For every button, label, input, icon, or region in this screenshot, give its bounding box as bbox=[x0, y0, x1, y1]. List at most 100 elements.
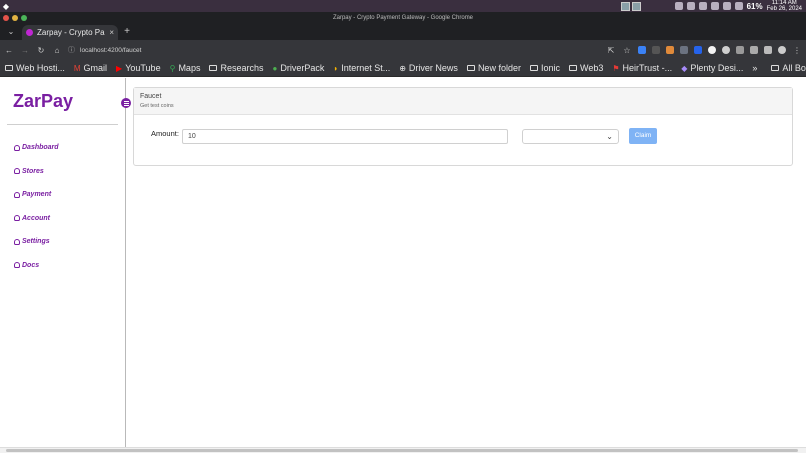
minimize-window-button[interactable] bbox=[12, 15, 18, 21]
back-icon[interactable]: ← bbox=[4, 46, 14, 55]
maximize-window-button[interactable] bbox=[21, 15, 27, 21]
sidebar-item-label: Dashboard bbox=[22, 144, 59, 152]
bookmark-item[interactable]: ● DriverPack bbox=[272, 63, 324, 73]
bookmark-item[interactable]: ◆ Plenty Desi... bbox=[681, 63, 743, 73]
extensions-puzzle-icon[interactable] bbox=[750, 46, 758, 54]
reload-icon[interactable]: ↻ bbox=[36, 46, 46, 55]
bookmark-item[interactable]: ◗ Internet St... bbox=[333, 63, 390, 73]
claim-button[interactable]: Claim bbox=[629, 128, 657, 144]
bluetooth-icon[interactable] bbox=[710, 2, 719, 10]
bookmark-label: New folder bbox=[477, 63, 521, 73]
site-info-icon[interactable]: ⓘ bbox=[68, 45, 75, 55]
wifi-icon[interactable] bbox=[734, 2, 743, 10]
close-tab-icon[interactable]: × bbox=[109, 28, 114, 37]
sidebar-divider bbox=[7, 124, 118, 125]
clipboard-icon[interactable] bbox=[698, 2, 707, 10]
youtube-icon: ▶ bbox=[116, 63, 123, 73]
new-tab-button[interactable]: + bbox=[118, 24, 136, 40]
sidebar-item-label: Settings bbox=[22, 238, 50, 246]
sidebar-item-payment[interactable]: Payment bbox=[14, 183, 59, 207]
bookmark-item[interactable]: ⊕ Driver News bbox=[399, 63, 458, 73]
extension-circle-icon[interactable] bbox=[722, 46, 730, 54]
bookmark-item[interactable]: Web Hosti... bbox=[5, 63, 65, 73]
tab-zarpay[interactable]: Zarpay - Crypto Pa × bbox=[22, 25, 118, 40]
bookmarks-overflow-button[interactable]: » bbox=[752, 63, 757, 73]
share-icon[interactable]: ⇱ bbox=[606, 46, 616, 55]
os-top-bar: ◆ 61% 11:14 AM Feb 26, 2024 bbox=[0, 0, 806, 12]
sidebar-item-account[interactable]: Account bbox=[14, 207, 59, 231]
extension-blue-icon[interactable] bbox=[694, 46, 702, 54]
bookmark-item[interactable]: M Gmail bbox=[74, 63, 107, 73]
system-tray: 61% 11:14 AM Feb 26, 2024 bbox=[620, 0, 806, 12]
audio-icon[interactable] bbox=[686, 2, 695, 10]
forward-icon[interactable]: → bbox=[20, 46, 30, 55]
sidebar-item-docs[interactable]: Docs bbox=[14, 254, 59, 278]
bookmark-item[interactable]: Web3 bbox=[568, 63, 604, 73]
extension-h-icon[interactable] bbox=[736, 46, 744, 54]
sidebar-item-stores[interactable]: Stores bbox=[14, 160, 59, 184]
sidebar-item-label: Payment bbox=[22, 191, 52, 199]
workspace-thumb[interactable] bbox=[631, 1, 641, 11]
tab-search-icon[interactable]: ⌄ bbox=[0, 24, 22, 40]
faucet-card-header: Faucet Get test coins bbox=[134, 88, 792, 115]
toggle-icon[interactable] bbox=[674, 2, 683, 10]
workspace-thumb[interactable] bbox=[620, 1, 630, 11]
window-title-bar: Zarpay - Crypto Payment Gateway - Google… bbox=[0, 12, 806, 24]
bookmark-item[interactable]: ▶ YouTube bbox=[116, 63, 161, 73]
side-panel-icon[interactable] bbox=[764, 46, 772, 54]
close-window-button[interactable] bbox=[3, 15, 9, 21]
bookmark-item[interactable]: ⚲ Maps bbox=[170, 63, 201, 73]
extension-gray-icon[interactable] bbox=[680, 46, 688, 54]
home-icon[interactable]: ⌂ bbox=[52, 46, 62, 55]
coin-select[interactable]: ⌄ bbox=[522, 129, 619, 144]
bookmark-item[interactable]: Ionic bbox=[529, 63, 560, 73]
bookmark-label: Gmail bbox=[83, 63, 108, 73]
tab-strip: ⌄ Zarpay - Crypto Pa × + bbox=[0, 24, 806, 40]
tab-title: Zarpay - Crypto Pa bbox=[37, 28, 105, 37]
faucet-subtitle: Get test coins bbox=[140, 103, 174, 109]
bookmark-item[interactable]: New folder bbox=[466, 63, 521, 73]
bookmark-label: HeirTrust -... bbox=[622, 63, 673, 73]
bookmark-item[interactable]: Researchs bbox=[209, 63, 263, 73]
workspace-switcher[interactable] bbox=[620, 1, 641, 11]
bookmark-label: All Bookmarks bbox=[782, 63, 806, 73]
all-bookmarks-button[interactable]: All Bookmarks bbox=[771, 63, 806, 73]
menu-toggle-button[interactable] bbox=[121, 98, 131, 108]
more-menu-icon[interactable]: ⋮ bbox=[792, 46, 802, 55]
maps-icon: ⚲ bbox=[169, 63, 176, 73]
volume-icon[interactable] bbox=[722, 2, 731, 10]
page-viewport: ZarPay Dashboard Stores Payment Account … bbox=[0, 78, 806, 447]
sidebar-item-settings[interactable]: Settings bbox=[14, 230, 59, 254]
battery-percentage[interactable]: 61% bbox=[747, 2, 763, 11]
brand-logo[interactable]: ZarPay bbox=[13, 91, 73, 112]
nav-item-icon bbox=[14, 191, 20, 198]
extension-pen-icon[interactable] bbox=[652, 46, 660, 54]
metamask-icon[interactable] bbox=[666, 46, 674, 54]
bookmark-star-icon[interactable]: ☆ bbox=[622, 46, 632, 55]
extension-icons: ⇱ ☆ ⋮ bbox=[606, 46, 802, 55]
url-text[interactable]: localhost:4200/faucet bbox=[80, 47, 141, 54]
folder-icon bbox=[466, 65, 475, 71]
nav-item-icon bbox=[14, 262, 20, 269]
profile-avatar-icon[interactable] bbox=[778, 46, 786, 54]
heirtrust-icon: ⚑ bbox=[612, 63, 620, 73]
horizontal-scrollbar[interactable] bbox=[0, 447, 806, 453]
address-bar[interactable]: ⓘ localhost:4200/faucet bbox=[68, 45, 600, 55]
bookmark-item[interactable]: ⚑ HeirTrust -... bbox=[612, 63, 672, 73]
bookmark-label: Web3 bbox=[579, 63, 604, 73]
clock[interactable]: 11:14 AM Feb 26, 2024 bbox=[767, 0, 802, 12]
amount-label: Amount: bbox=[151, 129, 179, 138]
zarpay-favicon-icon bbox=[26, 29, 33, 36]
os-menu-icon[interactable]: ◆ bbox=[0, 2, 12, 11]
extension-s-icon[interactable] bbox=[708, 46, 716, 54]
internet-speed-icon: ◗ bbox=[333, 63, 339, 73]
sidebar-item-dashboard[interactable]: Dashboard bbox=[14, 136, 59, 160]
amount-input[interactable]: 10 bbox=[182, 129, 508, 144]
bookmark-label: Web Hosti... bbox=[16, 63, 65, 73]
scrollbar-thumb[interactable] bbox=[6, 449, 798, 452]
driverpack-icon: ● bbox=[272, 63, 278, 73]
extension-k-icon[interactable] bbox=[638, 46, 646, 54]
nav-item-icon bbox=[14, 144, 20, 151]
sidebar-item-label: Stores bbox=[22, 167, 44, 175]
sidebar-nav: Dashboard Stores Payment Account Setting… bbox=[14, 136, 59, 277]
